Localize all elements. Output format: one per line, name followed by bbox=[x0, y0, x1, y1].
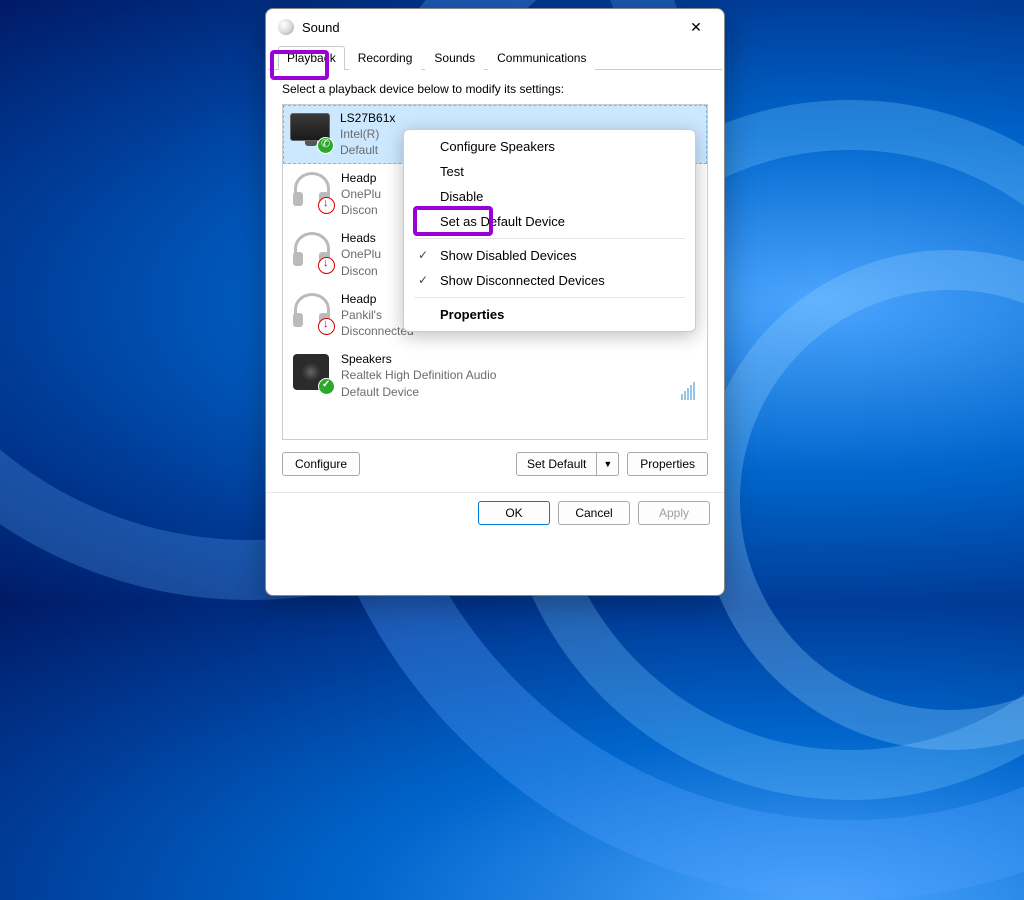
device-status: Discon bbox=[341, 263, 381, 279]
device-driver: OnePlu bbox=[341, 246, 381, 262]
disconnected-badge-icon bbox=[318, 257, 335, 274]
tab-sounds[interactable]: Sounds bbox=[425, 46, 484, 70]
tab-button-row: Configure Set Default ▼ Properties bbox=[266, 440, 724, 488]
ok-button[interactable]: OK bbox=[478, 501, 550, 525]
menu-separator bbox=[414, 238, 685, 239]
menu-configure-speakers[interactable]: Configure Speakers bbox=[404, 134, 695, 159]
instruction-text: Select a playback device below to modify… bbox=[266, 70, 724, 104]
headset-icon bbox=[291, 291, 335, 335]
comm-default-badge-icon bbox=[317, 137, 334, 154]
device-name: Headp bbox=[341, 170, 381, 186]
disconnected-badge-icon bbox=[318, 197, 335, 214]
sound-app-icon bbox=[278, 19, 294, 35]
device-status: Default bbox=[340, 142, 395, 158]
device-driver: OnePlu bbox=[341, 186, 381, 202]
disconnected-badge-icon bbox=[318, 318, 335, 335]
apply-button[interactable]: Apply bbox=[638, 501, 710, 525]
tab-communications[interactable]: Communications bbox=[488, 46, 595, 70]
device-status: Discon bbox=[341, 202, 381, 218]
headset-icon bbox=[291, 170, 335, 214]
menu-set-default[interactable]: Set as Default Device bbox=[404, 209, 695, 234]
chevron-down-icon[interactable]: ▼ bbox=[597, 455, 618, 473]
window-title: Sound bbox=[302, 20, 680, 35]
monitor-icon bbox=[290, 110, 334, 154]
sound-dialog: Sound ✕ Playback Recording Sounds Commun… bbox=[265, 8, 725, 596]
properties-button[interactable]: Properties bbox=[627, 452, 708, 476]
default-badge-icon bbox=[318, 378, 335, 395]
menu-show-disconnected[interactable]: Show Disconnected Devices bbox=[404, 268, 695, 293]
menu-test[interactable]: Test bbox=[404, 159, 695, 184]
playback-device-list: LS27B61x Intel(R) Default Headp OnePlu D… bbox=[282, 104, 708, 440]
tab-playback[interactable]: Playback bbox=[278, 46, 345, 70]
tab-strip: Playback Recording Sounds Communications bbox=[268, 45, 722, 70]
level-meter-icon bbox=[681, 351, 699, 400]
speaker-icon bbox=[291, 351, 335, 395]
menu-separator bbox=[414, 297, 685, 298]
headset-icon bbox=[291, 230, 335, 274]
menu-properties[interactable]: Properties bbox=[404, 302, 695, 327]
dialog-button-row: OK Cancel Apply bbox=[266, 492, 724, 537]
device-driver: Realtek High Definition Audio bbox=[341, 367, 496, 383]
device-name: Heads bbox=[341, 230, 381, 246]
device-name: LS27B61x bbox=[340, 110, 395, 126]
device-context-menu: Configure Speakers Test Disable Set as D… bbox=[403, 129, 696, 332]
close-icon[interactable]: ✕ bbox=[680, 11, 712, 43]
menu-show-disabled[interactable]: Show Disabled Devices bbox=[404, 243, 695, 268]
tab-recording[interactable]: Recording bbox=[349, 46, 422, 70]
set-default-label: Set Default bbox=[517, 453, 597, 475]
device-driver: Intel(R) bbox=[340, 126, 395, 142]
menu-disable[interactable]: Disable bbox=[404, 184, 695, 209]
device-row-speakers[interactable]: Speakers Realtek High Definition Audio D… bbox=[283, 345, 707, 406]
configure-button[interactable]: Configure bbox=[282, 452, 360, 476]
device-name: Speakers bbox=[341, 351, 496, 367]
cancel-button[interactable]: Cancel bbox=[558, 501, 630, 525]
set-default-split-button[interactable]: Set Default ▼ bbox=[516, 452, 619, 476]
device-status: Default Device bbox=[341, 384, 496, 400]
titlebar: Sound ✕ bbox=[266, 9, 724, 45]
